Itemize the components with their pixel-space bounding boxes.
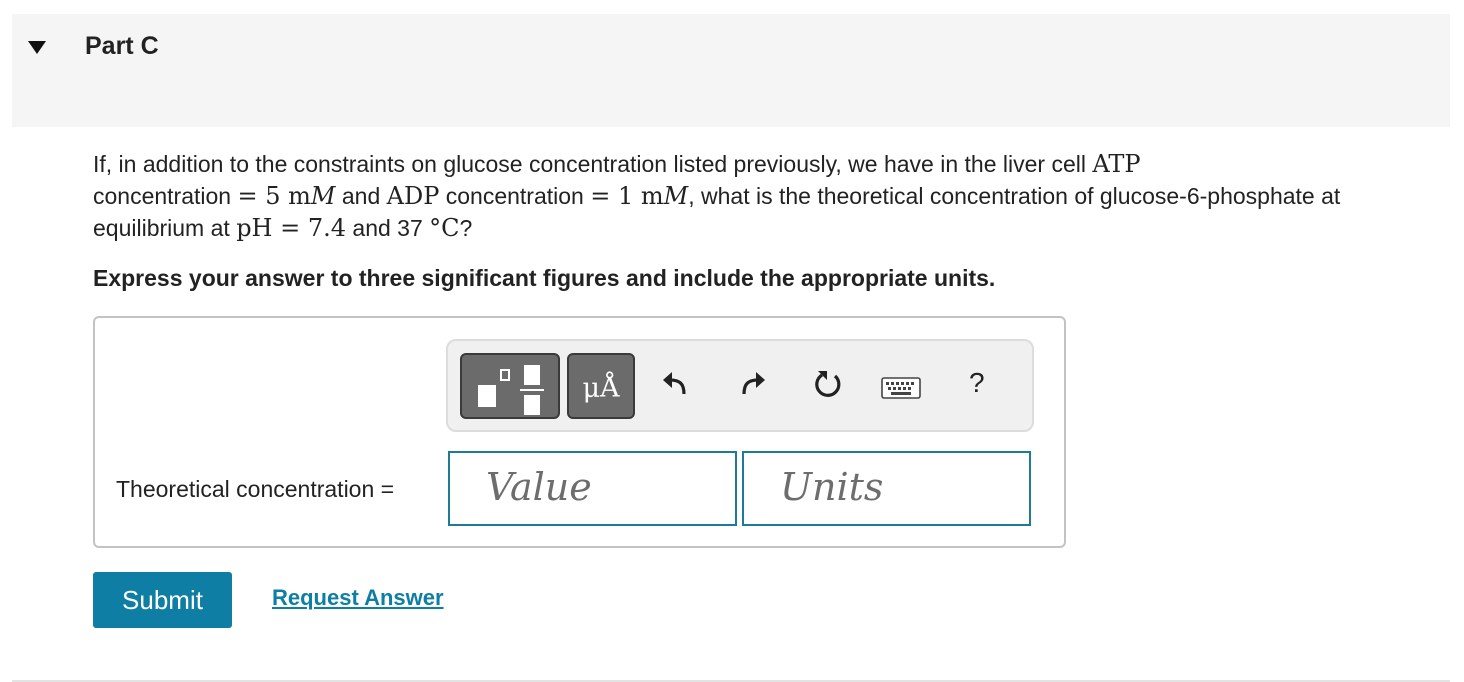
answer-label: Theoretical concentration = <box>116 476 395 502</box>
redo-icon[interactable] <box>738 369 768 404</box>
submit-button[interactable]: Submit <box>93 572 232 628</box>
math-toolbar: μÅ ? <box>446 339 1034 432</box>
request-answer-link[interactable]: Request Answer <box>272 585 444 611</box>
undo-icon[interactable] <box>660 369 690 404</box>
help-icon[interactable]: ? <box>969 367 985 399</box>
reset-icon[interactable] <box>812 368 844 405</box>
math-degrees: °C <box>429 214 460 242</box>
keyboard-icon[interactable] <box>881 377 921 404</box>
question-text: If, in addition to the constraints on gl… <box>93 150 1341 242</box>
units-icon: μÅ <box>582 373 620 404</box>
answer-instruction: Express your answer to three significant… <box>93 265 996 291</box>
units-input[interactable]: Units <box>742 451 1031 526</box>
templates-button[interactable] <box>460 353 560 419</box>
value-placeholder: Value <box>486 465 592 509</box>
math-ph: pH = 7.4 <box>236 214 347 242</box>
value-input[interactable]: Value <box>448 451 737 526</box>
collapse-caret-icon[interactable] <box>28 41 46 54</box>
units-placeholder: Units <box>780 465 884 509</box>
part-header[interactable] <box>12 14 1450 127</box>
math-adp: ADP <box>386 182 440 210</box>
units-button[interactable]: μÅ <box>567 353 635 419</box>
part-title: Part C <box>85 32 159 60</box>
math-atp: ATP <box>1092 150 1141 178</box>
